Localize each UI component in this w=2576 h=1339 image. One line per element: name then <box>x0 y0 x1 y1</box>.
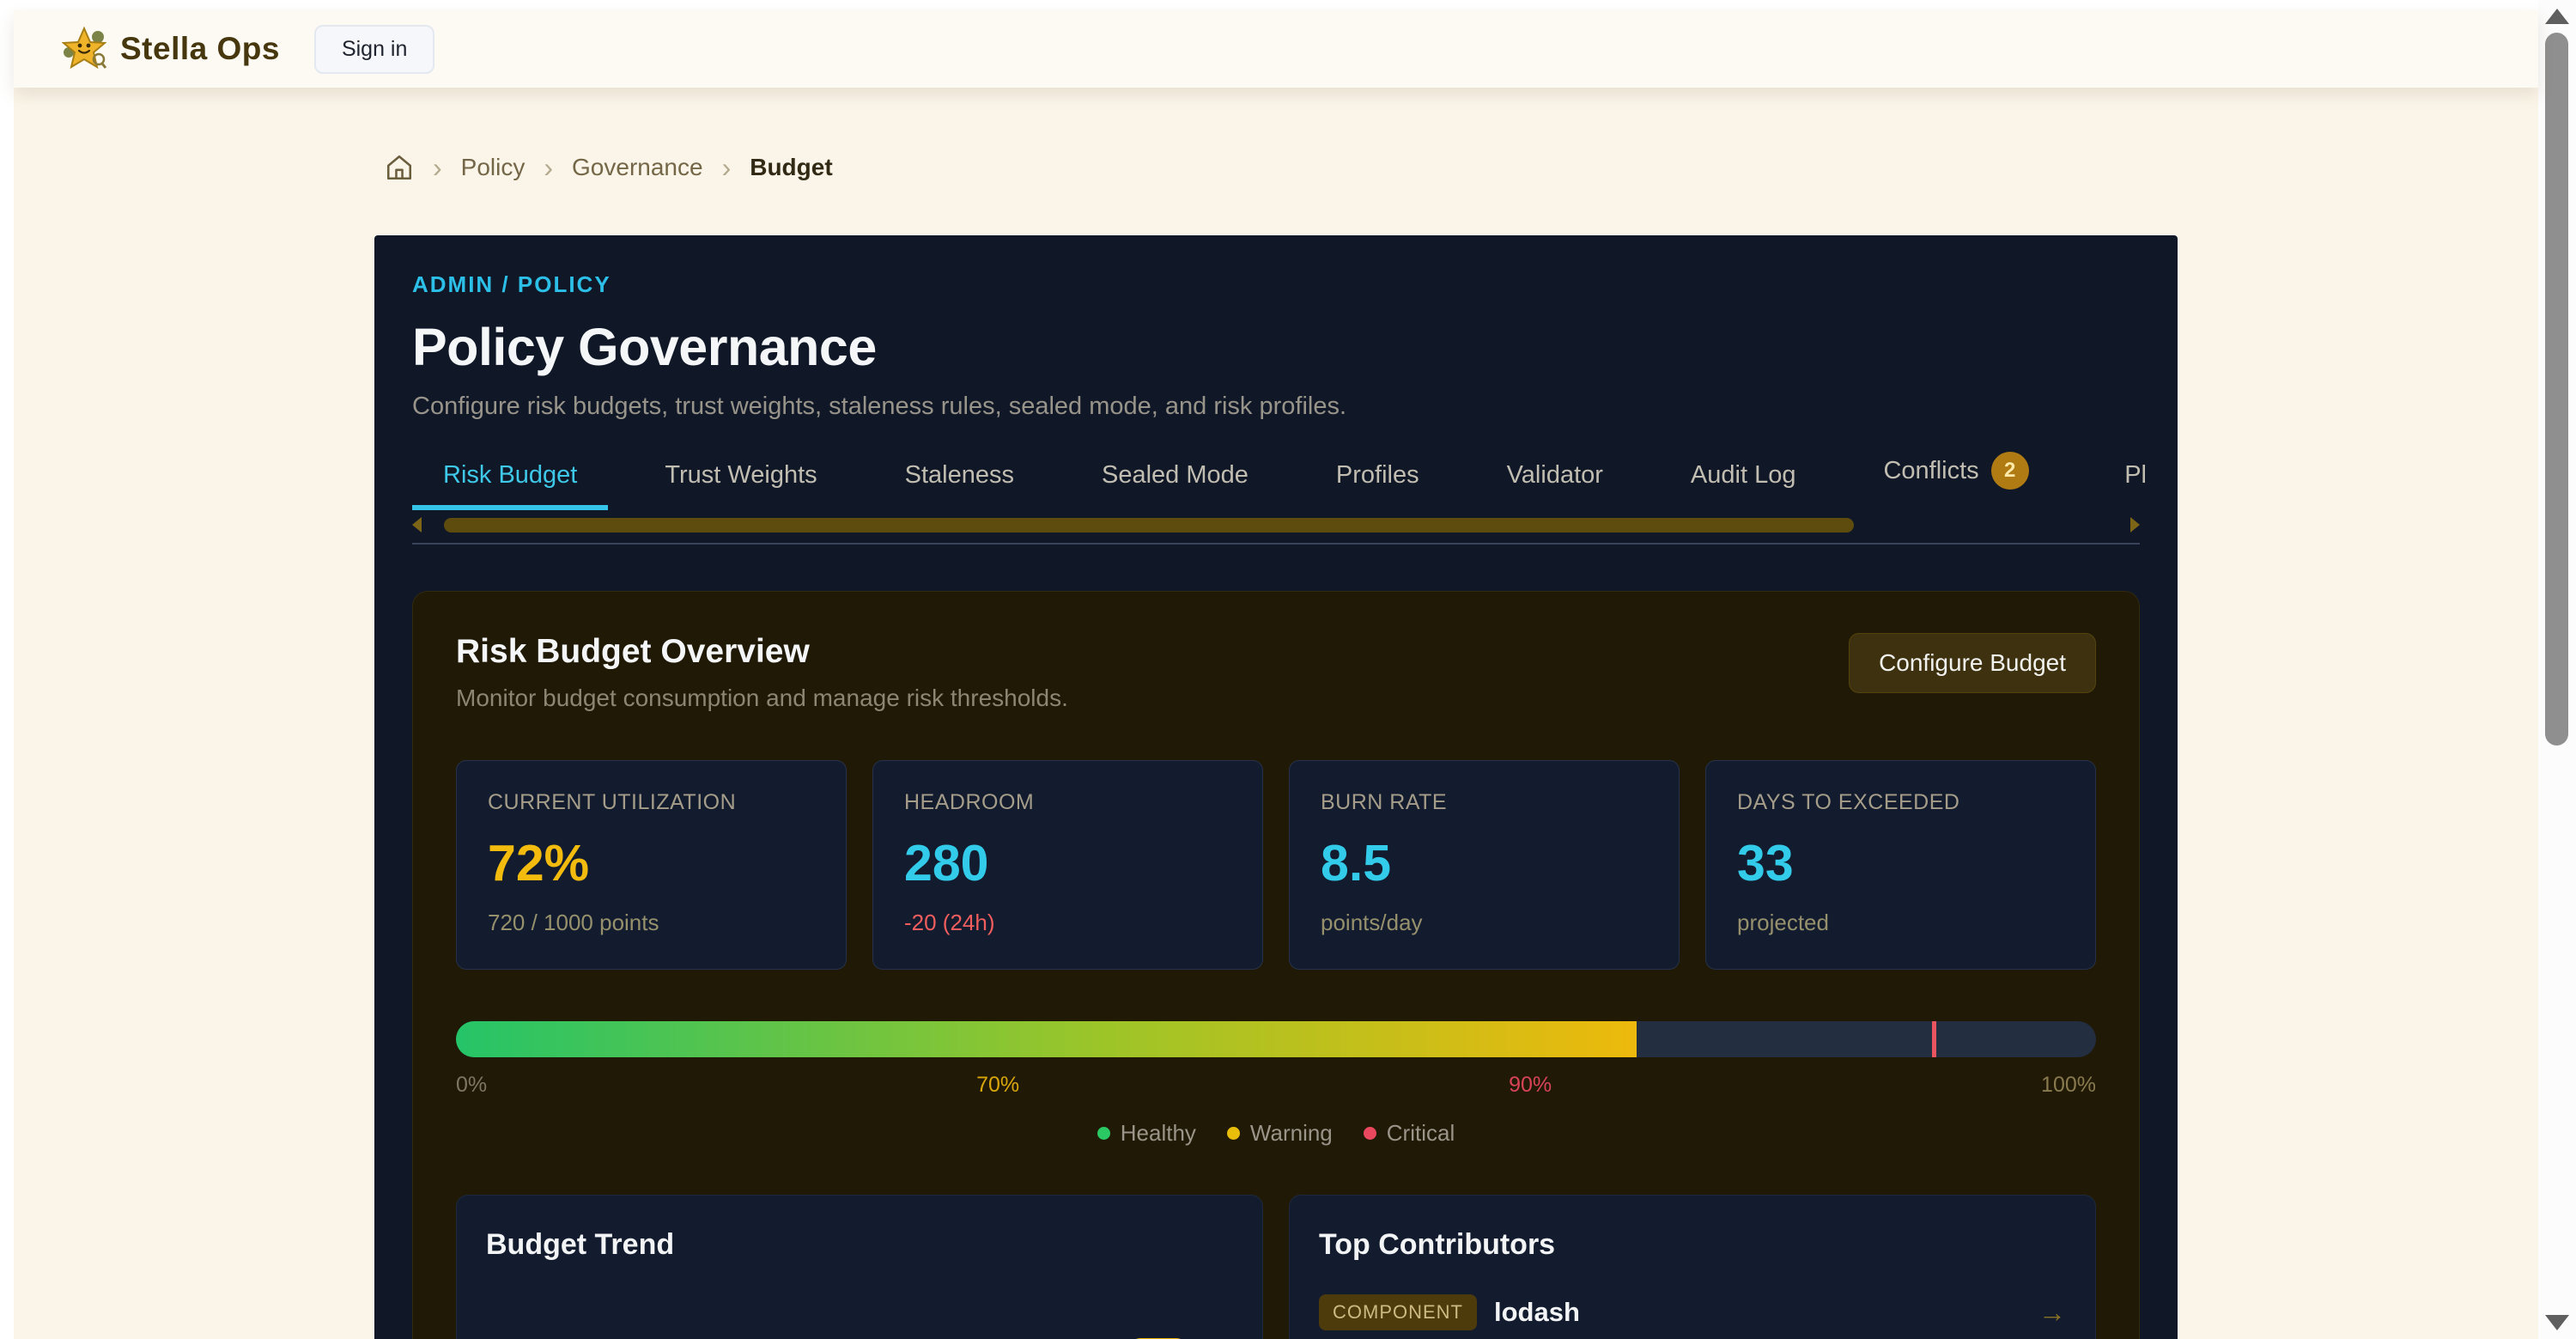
stats-grid: CURRENT UTILIZATION 72% 720 / 1000 point… <box>456 760 2096 970</box>
chevron-right-icon: › <box>544 154 553 181</box>
page-vertical-scrollbar <box>2538 0 2576 1339</box>
budget-trend-chart <box>486 1336 1233 1339</box>
warning-dot-icon <box>1227 1127 1240 1140</box>
top-contributors-title: Top Contributors <box>1319 1228 2066 1262</box>
tab-staleness[interactable]: Staleness <box>874 461 1045 510</box>
utilization-axis-labels: 0% 70% 90% 100% <box>456 1073 2096 1098</box>
tab-profiles[interactable]: Profiles <box>1305 461 1450 510</box>
tab-risk-budget[interactable]: Risk Budget <box>412 461 608 510</box>
tab-partial-clipped[interactable]: Pl <box>2124 461 2147 510</box>
scroll-right-arrow-icon[interactable] <box>2130 517 2140 533</box>
overview-subtitle: Monitor budget consumption and manage ri… <box>456 685 1068 712</box>
configure-budget-button[interactable]: Configure Budget <box>1849 633 2096 693</box>
breadcrumb: › Policy › Governance › Budget <box>374 153 2178 182</box>
trend-arrow-icon[interactable]: → <box>2038 1297 2066 1329</box>
budget-trend-title: Budget Trend <box>486 1228 1233 1262</box>
section-eyebrow: ADMIN / POLICY <box>412 271 2140 298</box>
stat-value: 72% <box>488 834 815 892</box>
stat-current-utilization: CURRENT UTILIZATION 72% 720 / 1000 point… <box>456 760 847 970</box>
scroll-down-arrow-icon[interactable] <box>2545 1315 2569 1330</box>
page-title: Policy Governance <box>412 317 2140 377</box>
brand-name: Stella Ops <box>120 31 280 67</box>
legend-label: Critical <box>1387 1120 1455 1147</box>
tick-0: 0% <box>456 1073 487 1098</box>
risk-budget-overview-card: Risk Budget Overview Monitor budget cons… <box>412 591 2140 1339</box>
stat-sub: projected <box>1737 910 2064 936</box>
budget-trend-panel: Budget Trend 12/1 12/8 12/15 1 <box>456 1195 1263 1339</box>
scroll-up-arrow-icon[interactable] <box>2545 9 2569 24</box>
stat-headroom: HEADROOM 280 -20 (24h) <box>872 760 1263 970</box>
top-bar: Stella Ops Sign in <box>14 10 2538 88</box>
tabs-divider <box>412 543 2140 545</box>
home-icon[interactable] <box>385 153 414 182</box>
tick-90: 90% <box>1509 1073 1552 1098</box>
stat-days-to-exceeded: DAYS TO EXCEEDED 33 projected <box>1705 760 2096 970</box>
breadcrumb-policy[interactable]: Policy <box>461 154 526 181</box>
top-contributors-panel: Top Contributors COMPONENT lodash → <box>1289 1195 2096 1339</box>
overview-title: Risk Budget Overview <box>456 633 1068 671</box>
tabs-scrollbar-track[interactable] <box>427 518 2125 533</box>
tab-conflicts[interactable]: Conflicts 2 <box>1852 452 2059 510</box>
brand: Stella Ops <box>62 27 280 71</box>
legend-healthy: Healthy <box>1097 1120 1196 1147</box>
legend-critical: Critical <box>1364 1120 1455 1147</box>
critical-threshold-marker <box>1932 1021 1936 1057</box>
app-surface: Stella Ops Sign in › Policy › Governance… <box>14 10 2538 1339</box>
breadcrumb-budget: Budget <box>750 154 832 181</box>
healthy-dot-icon <box>1097 1127 1110 1140</box>
stat-label: BURN RATE <box>1321 790 1648 815</box>
stat-label: HEADROOM <box>904 790 1231 815</box>
utilization-fill <box>456 1021 1637 1057</box>
stat-value: 280 <box>904 834 1231 892</box>
tick-70: 70% <box>976 1073 1019 1098</box>
page-scrollbar-thumb[interactable] <box>2545 33 2568 746</box>
type-badge: COMPONENT <box>1319 1294 1477 1330</box>
chevron-right-icon: › <box>433 154 442 181</box>
sign-in-button[interactable]: Sign in <box>314 25 434 74</box>
stat-label: CURRENT UTILIZATION <box>488 790 815 815</box>
legend-label: Healthy <box>1121 1120 1196 1147</box>
stat-sub: points/day <box>1321 910 1648 936</box>
tab-bar: Risk Budget Trust Weights Staleness Seal… <box>412 452 2140 510</box>
tab-validator[interactable]: Validator <box>1476 461 1634 510</box>
breadcrumb-governance[interactable]: Governance <box>572 154 703 181</box>
page-subtitle: Configure risk budgets, trust weights, s… <box>412 393 2140 421</box>
star-mascot-logo-icon <box>62 27 106 71</box>
stat-sub: -20 (24h) <box>904 910 1231 936</box>
chevron-right-icon: › <box>722 154 732 181</box>
tab-trust-weights[interactable]: Trust Weights <box>634 461 848 510</box>
tick-100: 100% <box>2041 1073 2096 1098</box>
policy-governance-panel: ADMIN / POLICY Policy Governance Configu… <box>374 235 2178 1339</box>
tab-conflicts-label: Conflicts <box>1883 457 1978 485</box>
utilization-progress-bar <box>456 1021 2096 1057</box>
legend-label: Warning <box>1250 1120 1333 1147</box>
tab-sealed-mode[interactable]: Sealed Mode <box>1071 461 1279 510</box>
contributor-row: COMPONENT lodash → 120 pts (12.0%) +0 (2… <box>1319 1294 2066 1339</box>
contributor-name: lodash <box>1494 1297 1580 1328</box>
tabs-scrollbar-thumb[interactable] <box>444 518 1854 533</box>
stat-value: 33 <box>1737 834 2064 892</box>
stat-label: DAYS TO EXCEEDED <box>1737 790 2064 815</box>
status-legend: Healthy Warning Critical <box>456 1120 2096 1147</box>
conflicts-count-badge: 2 <box>1991 452 2029 490</box>
critical-dot-icon <box>1364 1127 1376 1140</box>
stat-value: 8.5 <box>1321 834 1648 892</box>
tab-audit-log[interactable]: Audit Log <box>1660 461 1827 510</box>
stat-sub: 720 / 1000 points <box>488 910 815 936</box>
legend-warning: Warning <box>1227 1120 1333 1147</box>
scroll-left-arrow-icon[interactable] <box>412 517 422 533</box>
tabs-horizontal-scrollbar <box>412 517 2140 533</box>
stat-burn-rate: BURN RATE 8.5 points/day <box>1289 760 1680 970</box>
